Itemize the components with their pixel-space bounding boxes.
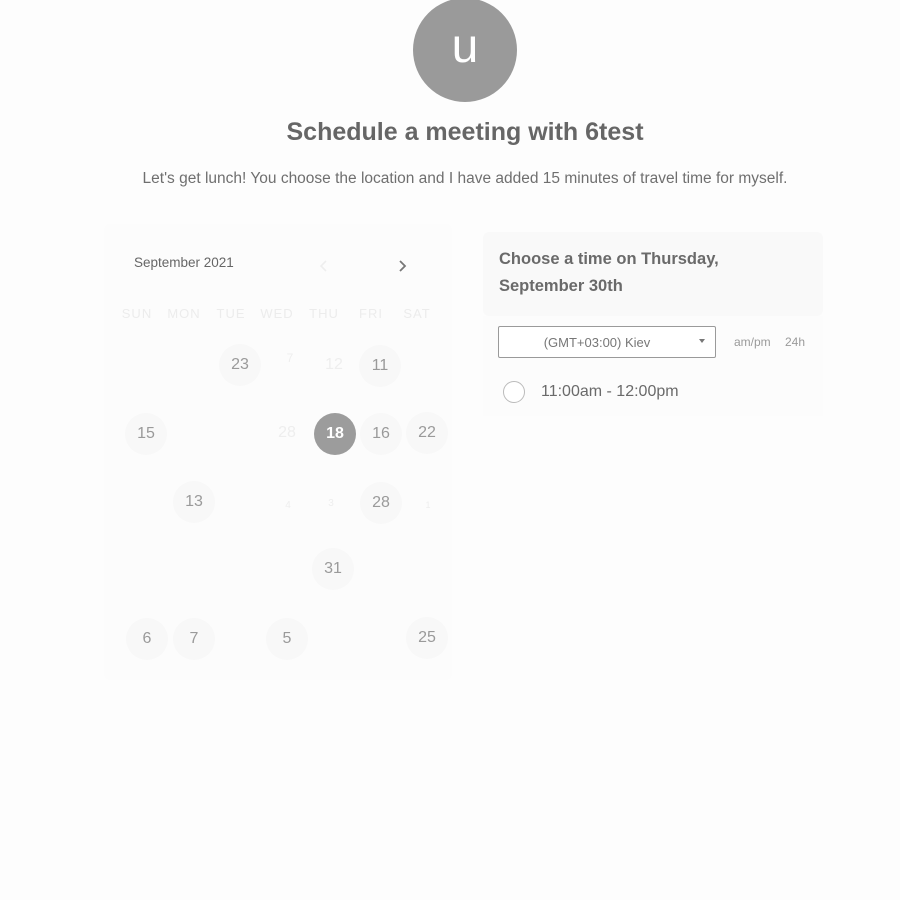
prev-month-button[interactable] [314, 256, 334, 276]
calendar-day[interactable]: 16 [360, 413, 402, 455]
calendar-day-unavailable: 12 [325, 356, 343, 373]
calendar-day[interactable]: 13 [173, 481, 215, 523]
page-title: Schedule a meeting with 6test [286, 118, 644, 146]
weekday-mon: MON [167, 306, 201, 321]
timezone-select[interactable]: (GMT+03:00) Kiev [498, 326, 716, 358]
calendar-day[interactable]: 15 [125, 413, 167, 455]
calendar-day[interactable]: 28 [360, 482, 402, 524]
chevron-left-icon [319, 260, 327, 272]
weekday-thu: THU [309, 306, 339, 321]
weekday-fri: FRI [359, 306, 383, 321]
calendar-day[interactable]: 5 [266, 618, 308, 660]
timezone-value: (GMT+03:00) Kiev [543, 334, 651, 350]
weekday-tue: TUE [216, 306, 246, 321]
meeting-description: Let's get lunch! You choose the location… [142, 170, 788, 187]
calendar-day-unavailable: 4 [285, 499, 291, 511]
calendar-day-unavailable: 28 [278, 424, 296, 441]
calendar-day[interactable]: 22 [406, 412, 448, 454]
calendar-day[interactable]: 25 [406, 617, 448, 659]
avatar-initial: u [451, 20, 479, 73]
format-24h-toggle[interactable]: 24h [785, 335, 805, 349]
format-ampm-toggle[interactable]: am/pm [734, 335, 771, 349]
weekday-wed: WED [260, 306, 294, 321]
time-panel-heading: Choose a time on Thursday, September 30t… [499, 250, 719, 295]
chevron-right-icon [399, 260, 407, 272]
caret-down-icon [699, 339, 705, 343]
time-slot-radio[interactable] [503, 381, 525, 403]
scheduling-page: u Schedule a meeting with 6test Let's ge… [0, 0, 900, 900]
time-slot-label[interactable]: 11:00am - 12:00pm [541, 383, 679, 401]
calendar-day[interactable]: 31 [312, 548, 354, 590]
calendar-day-unavailable: 7 [286, 351, 294, 365]
calendar-day-unavailable: 1 [425, 500, 431, 510]
calendar-month-label: September 2021 [134, 255, 234, 270]
calendar-day[interactable]: 11 [359, 345, 401, 387]
calendar-day[interactable]: 6 [126, 618, 168, 660]
calendar-day-selected[interactable]: 18 [314, 413, 356, 455]
weekday-sun: SUN [121, 306, 153, 321]
avatar: u [413, 0, 517, 102]
calendar-day[interactable]: 7 [173, 618, 215, 660]
calendar-day[interactable]: 23 [219, 344, 261, 386]
calendar-day-unavailable: 3 [328, 497, 334, 509]
next-month-button[interactable] [392, 256, 412, 276]
weekday-sat: SAT [403, 306, 431, 321]
